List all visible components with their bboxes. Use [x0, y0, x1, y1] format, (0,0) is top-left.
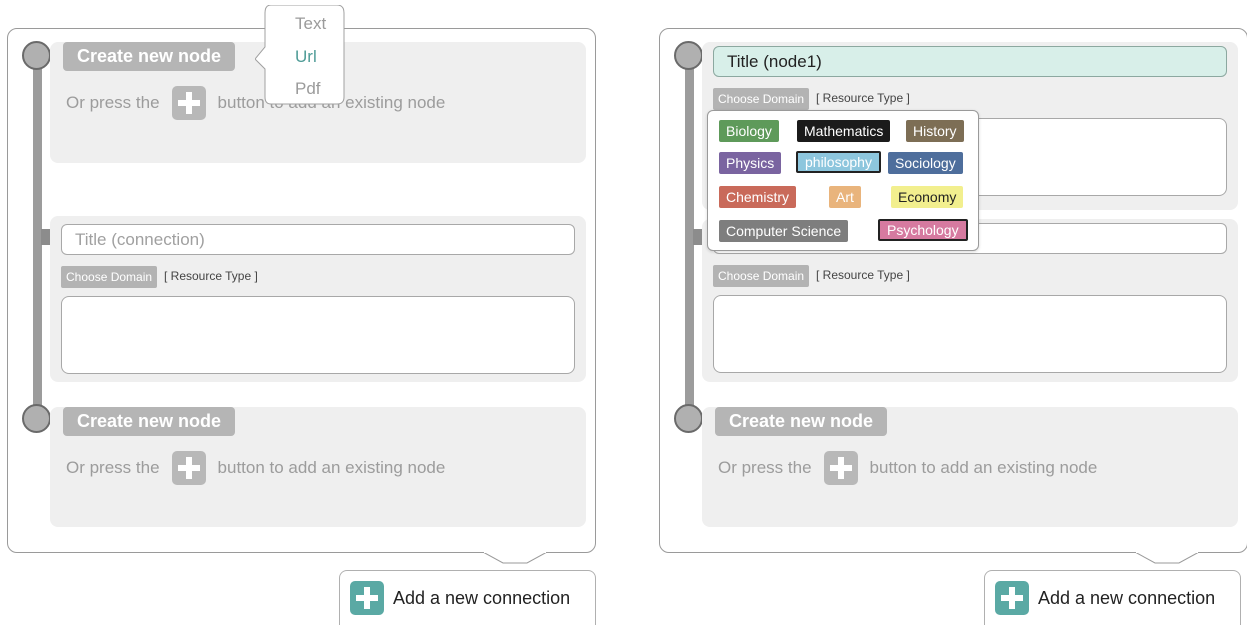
resource-type-menu: Text Url Pdf [255, 5, 345, 105]
node-title-input[interactable]: Title (node1) [713, 46, 1227, 77]
create-node-button[interactable]: Create new node [63, 407, 236, 436]
create-node-button[interactable]: Create new node [63, 42, 236, 71]
node-card-bottom: Create new node Or press the button to a… [702, 407, 1238, 527]
domain-tag[interactable]: History [906, 120, 964, 142]
add-connection-plus-icon [350, 581, 384, 615]
add-existing-hint: Or press the button to add an existing n… [718, 451, 1097, 485]
connection-description-textarea[interactable] [713, 295, 1227, 373]
domain-tag[interactable]: Mathematics [797, 120, 891, 142]
domain-tag[interactable]: Psychology [878, 219, 968, 241]
plus-icon[interactable] [823, 451, 858, 485]
type-option-text[interactable]: Text [295, 14, 326, 34]
panel-notch [1135, 552, 1199, 564]
domain-picker-popup: Biology Mathematics History Physics phil… [707, 110, 979, 251]
type-option-pdf[interactable]: Pdf [295, 79, 321, 99]
add-connection-button[interactable]: Add a new connection [984, 570, 1241, 625]
domain-tag[interactable]: Chemistry [719, 186, 797, 208]
domain-tag[interactable]: Physics [719, 152, 782, 174]
connection-title-input[interactable]: Title (connection) [61, 224, 575, 255]
add-connection-button[interactable]: Add a new connection [339, 570, 596, 625]
node-card-bottom: Create new node Or press the button to a… [50, 407, 586, 527]
domain-tag[interactable]: philosophy [796, 151, 881, 173]
add-connection-plus-icon [995, 581, 1029, 615]
plus-icon[interactable] [171, 86, 206, 120]
node-circle-bottom[interactable] [674, 404, 703, 433]
choose-domain-button[interactable]: Choose Domain [713, 88, 810, 110]
hint-after: button to add an existing node [217, 458, 446, 477]
add-connection-label: Add a new connection [393, 587, 571, 608]
node-circle-top[interactable] [674, 41, 703, 70]
hint-before: Or press the [718, 458, 812, 477]
plus-icon[interactable] [171, 451, 206, 485]
resource-type-selector[interactable]: [ Resource Type ] [816, 91, 910, 105]
domain-tag[interactable]: Computer Science [719, 220, 849, 242]
type-option-url[interactable]: Url [295, 47, 317, 67]
create-node-button[interactable]: Create new node [715, 407, 888, 436]
add-existing-hint: Or press the button to add an existing n… [66, 451, 445, 485]
node-circle-bottom[interactable] [22, 404, 51, 433]
domain-tag[interactable]: Art [829, 186, 861, 208]
choose-domain-button[interactable]: Choose Domain [713, 265, 810, 287]
resource-type-selector[interactable]: [ Resource Type ] [164, 269, 258, 283]
left-panel: Create new node Or press the button to a… [7, 28, 596, 564]
connection-card: Title (connection) Choose Domain [ Resou… [50, 216, 586, 382]
node-circle-top[interactable] [22, 41, 51, 70]
domain-tag[interactable]: Sociology [888, 152, 963, 174]
connection-description-textarea[interactable] [61, 296, 575, 374]
resource-type-selector[interactable]: [ Resource Type ] [816, 268, 910, 282]
hint-before: Or press the [66, 93, 160, 112]
hint-after: button to add an existing node [869, 458, 1098, 477]
add-connection-label: Add a new connection [1038, 587, 1216, 608]
domain-tag[interactable]: Economy [891, 186, 964, 208]
choose-domain-button[interactable]: Choose Domain [61, 266, 158, 288]
panel-notch [483, 552, 547, 564]
hint-before: Or press the [66, 458, 160, 477]
domain-tag[interactable]: Biology [719, 120, 779, 142]
right-panel: Title (node1) Choose Domain [ Resource T… [659, 28, 1247, 564]
